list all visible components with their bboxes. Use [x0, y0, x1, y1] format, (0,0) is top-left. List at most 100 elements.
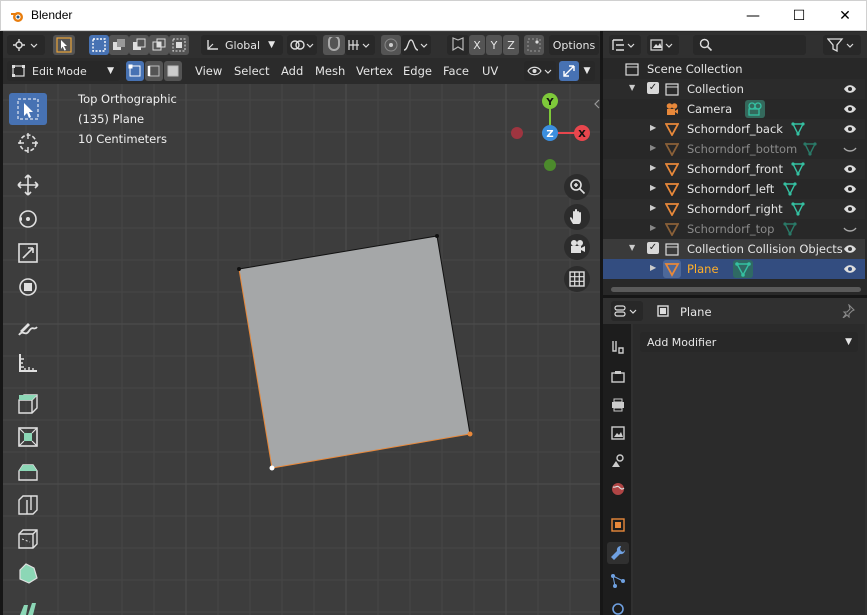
select-box-mode-extend[interactable] — [109, 35, 129, 55]
expand-arrow-right-icon[interactable]: ▶ — [650, 163, 656, 172]
tool-knife[interactable] — [9, 523, 47, 555]
gizmo-toggle[interactable] — [559, 61, 579, 81]
tab-tool[interactable] — [607, 336, 629, 358]
tab-view-layer[interactable] — [607, 422, 629, 444]
outliner-row-schorndorf-bottom[interactable]: ▶ Schorndorf_bottom — [603, 139, 865, 159]
eye-visible-icon[interactable] — [843, 83, 857, 95]
tool-loop-cut[interactable] — [9, 489, 47, 521]
mesh-data-icon[interactable] — [791, 202, 805, 216]
outliner-row-collision-collection[interactable]: ▼ ✓ Collection Collision Objects — [603, 239, 865, 259]
expand-arrow-right-icon[interactable]: ▶ — [650, 223, 656, 232]
tab-render[interactable] — [607, 366, 629, 388]
3d-viewport[interactable]: Global ▼ X Y Z Options Edit Mode ▼ View … — [3, 31, 600, 615]
select-box-mode-subtract[interactable] — [129, 35, 149, 55]
menu-add[interactable]: Add — [281, 61, 303, 81]
tool-scale[interactable] — [9, 237, 47, 269]
mesh-data-icon[interactable] — [733, 260, 753, 278]
outliner-row-camera[interactable]: Camera — [603, 99, 865, 119]
menu-view[interactable]: View — [195, 61, 222, 81]
menu-edge[interactable]: Edge — [403, 61, 432, 81]
expand-arrow-right-icon[interactable]: ▶ — [650, 203, 656, 212]
close-button[interactable]: ✕ — [822, 1, 867, 31]
proportional-edit-toggle[interactable] — [381, 35, 401, 55]
face-select-mode[interactable] — [164, 61, 182, 81]
tool-bevel[interactable] — [9, 455, 47, 487]
options-dropdown[interactable]: Options — [549, 35, 599, 55]
mesh-data-icon[interactable] — [783, 182, 797, 196]
outliner-row-schorndorf-top[interactable]: ▶ Schorndorf_top — [603, 219, 865, 239]
mesh-data-icon[interactable] — [783, 222, 797, 236]
tab-world[interactable] — [607, 478, 629, 500]
tab-particles[interactable] — [607, 570, 629, 592]
menu-face[interactable]: Face — [443, 61, 469, 81]
display-mode-dropdown[interactable] — [647, 35, 679, 55]
vertex-bottom-right[interactable] — [467, 431, 473, 437]
outliner-row-schorndorf-front[interactable]: ▶ Schorndorf_front — [603, 159, 865, 179]
tool-annotate[interactable] — [9, 313, 47, 345]
tab-output[interactable] — [607, 394, 629, 416]
camera-data-icon[interactable] — [745, 100, 765, 118]
eye-visible-icon[interactable] — [843, 123, 857, 135]
tab-modifiers[interactable] — [607, 542, 629, 564]
plane-face[interactable] — [239, 236, 470, 468]
vertex-bottom-left-active[interactable] — [269, 465, 275, 471]
tool-select-box[interactable] — [9, 93, 47, 125]
menu-vertex[interactable]: Vertex — [356, 61, 393, 81]
tab-scene[interactable] — [607, 450, 629, 472]
eye-visible-icon[interactable] — [843, 203, 857, 215]
eye-hidden-icon[interactable] — [843, 223, 857, 235]
ortho-toggle-button[interactable] — [564, 266, 590, 292]
outliner-row-schorndorf-left[interactable]: ▶ Schorndorf_left — [603, 179, 865, 199]
properties-editor-type[interactable] — [611, 301, 643, 321]
tool-transform[interactable] — [9, 271, 47, 303]
eye-visible-icon[interactable] — [843, 243, 857, 255]
tool-measure[interactable] — [9, 347, 47, 379]
mirror-y-toggle[interactable]: Y — [486, 35, 502, 55]
mirror-axis-icon-button[interactable] — [447, 35, 469, 55]
tool-move[interactable] — [9, 169, 47, 201]
navigation-gizmo[interactable]: Y X Z — [503, 89, 598, 179]
select-box-mode-new[interactable] — [89, 35, 109, 55]
outliner-row-scene-collection[interactable]: Scene Collection — [603, 59, 865, 79]
vertex-select-mode[interactable] — [126, 61, 144, 81]
expand-arrow-right-icon[interactable]: ▶ — [650, 183, 656, 192]
maximize-button[interactable]: ☐ — [776, 1, 822, 31]
mesh-data-icon[interactable] — [803, 142, 817, 156]
pivot-point-dropdown[interactable] — [287, 35, 317, 55]
auto-merge-toggle[interactable] — [524, 35, 544, 55]
expand-arrow-right-icon[interactable]: ▶ — [650, 263, 656, 272]
mesh-data-icon[interactable] — [791, 162, 805, 176]
gizmo-x-neg[interactable] — [511, 127, 523, 139]
edge-select-mode[interactable] — [145, 61, 163, 81]
eye-visible-icon[interactable] — [843, 163, 857, 175]
expand-arrow-down-icon[interactable]: ▼ — [629, 243, 635, 252]
outliner-row-schorndorf-right[interactable]: ▶ Schorndorf_right — [603, 199, 865, 219]
outliner-row-collection[interactable]: ▼ ✓ Collection — [603, 79, 865, 99]
tab-object[interactable] — [607, 514, 629, 536]
gizmo-dropdown[interactable]: ▼ — [579, 61, 595, 81]
tool-spin[interactable] — [9, 591, 47, 615]
mesh-data-icon[interactable] — [791, 122, 805, 136]
sidebar-toggle-arrow[interactable] — [593, 97, 600, 111]
outliner-row-schorndorf-back[interactable]: ▶ Schorndorf_back — [603, 119, 865, 139]
snap-element-dropdown[interactable] — [345, 35, 375, 55]
proportional-falloff-dropdown[interactable] — [401, 35, 431, 55]
tool-rotate[interactable] — [9, 203, 47, 235]
zoom-button[interactable] — [564, 174, 590, 200]
tab-physics[interactable] — [607, 596, 629, 615]
gizmo-y-neg[interactable] — [544, 159, 556, 171]
select-box-mode-invert[interactable] — [149, 35, 169, 55]
pan-button[interactable] — [564, 204, 590, 230]
tool-inset[interactable] — [9, 421, 47, 453]
vertex-top-right[interactable] — [435, 234, 439, 238]
tool-extrude[interactable] — [9, 387, 47, 419]
eye-hidden-icon[interactable] — [843, 143, 857, 155]
mirror-z-toggle[interactable]: Z — [503, 35, 519, 55]
mirror-x-toggle[interactable]: X — [469, 35, 485, 55]
outliner-horizontal-scrollbar[interactable] — [611, 287, 861, 292]
menu-select[interactable]: Select — [234, 61, 269, 81]
eye-visible-icon[interactable] — [843, 263, 857, 275]
snap-toggle[interactable] — [323, 35, 345, 55]
visibility-dropdown[interactable] — [524, 61, 556, 81]
interaction-mode-dropdown[interactable]: Edit Mode ▼ — [7, 61, 120, 81]
